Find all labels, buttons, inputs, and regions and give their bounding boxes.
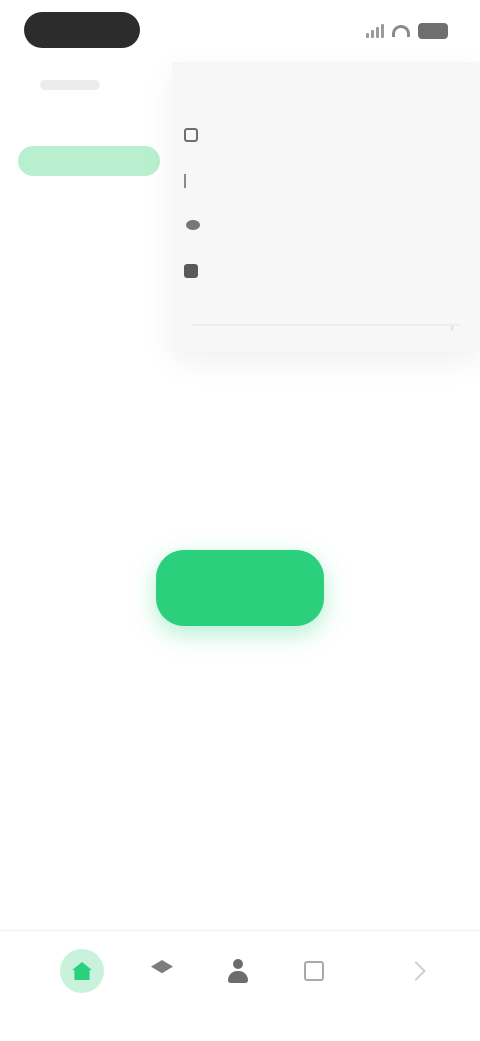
side-nav — [0, 62, 176, 342]
menu-item-1[interactable] — [184, 118, 464, 152]
menu-item-3[interactable] — [184, 208, 464, 242]
battery-icon — [418, 23, 448, 39]
signal-icon — [366, 24, 384, 38]
bottom-nav — [0, 930, 480, 1041]
menu-item-4[interactable] — [184, 254, 464, 288]
primary-action-area — [0, 520, 480, 640]
tab-icon-container — [60, 949, 104, 993]
stack-icon — [151, 960, 173, 974]
tab-icon-container — [140, 949, 184, 993]
tab-stack[interactable] — [132, 949, 192, 1029]
tab-profile[interactable] — [208, 949, 268, 1029]
dot-icon — [186, 220, 200, 230]
tab-icon-container — [394, 949, 438, 993]
chevron-right-icon: › — [450, 320, 454, 334]
tab-more[interactable] — [386, 949, 446, 1029]
tab-icon-container — [292, 949, 336, 993]
home-icon — [72, 962, 92, 980]
edit-icon — [184, 174, 200, 188]
primary-button[interactable] — [156, 550, 324, 626]
menu-divider — [192, 324, 460, 326]
tab-icon-container — [216, 949, 260, 993]
square-icon — [184, 128, 198, 142]
grid-icon — [304, 961, 324, 981]
side-nav-active-item[interactable] — [18, 146, 160, 176]
status-bar — [0, 0, 480, 62]
tab-grid[interactable] — [284, 949, 344, 1029]
wifi-icon — [392, 25, 410, 37]
menu-item-2[interactable] — [184, 164, 464, 198]
primary-caption — [170, 520, 310, 534]
side-nav-section-label — [40, 80, 100, 90]
chevron-right-icon — [406, 961, 426, 981]
profile-icon — [227, 959, 249, 983]
dropdown-menu: › — [172, 62, 480, 352]
status-icons — [366, 20, 448, 42]
grid-icon — [184, 264, 198, 278]
status-time-pill — [24, 12, 140, 48]
tab-home[interactable] — [52, 949, 112, 1029]
